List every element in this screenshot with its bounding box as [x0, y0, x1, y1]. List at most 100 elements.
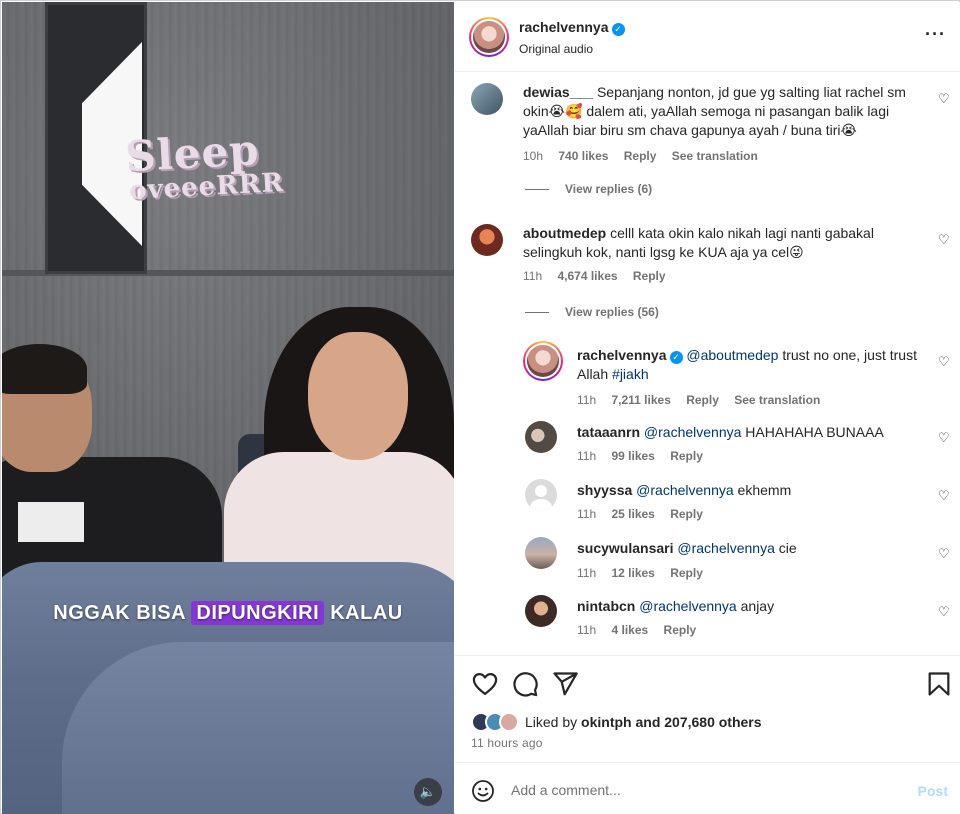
avatar[interactable]: [525, 595, 557, 627]
reply-body: rachelvennya ✓ @aboutmedep trust no one, …: [577, 346, 925, 384]
reply-text: cie: [774, 540, 797, 556]
comment-body: aboutmedep celll kata okin kalo nikah la…: [523, 224, 923, 262]
liked-by-prefix: Liked by: [525, 714, 582, 730]
post-panel: rachelvennya ✓ Original audio ··· dewias_…: [455, 2, 960, 814]
comment-input[interactable]: [511, 777, 891, 803]
heart-icon[interactable]: ♡: [938, 547, 950, 560]
mention-link[interactable]: @rachelvennya: [644, 424, 742, 440]
comment-meta: 11h 4,674 likes Reply: [523, 269, 678, 283]
emoji-icon[interactable]: [471, 779, 495, 803]
speaker-icon[interactable]: 🔈: [414, 778, 442, 806]
post-window: Sleep oveeeRRR NGGAK BISA DIPUNGKIRI KAL…: [0, 0, 960, 814]
caption-highlight: DIPUNGKIRI: [191, 601, 325, 625]
avatar[interactable]: [525, 421, 557, 453]
heart-icon[interactable]: ♡: [938, 489, 950, 502]
original-audio-link[interactable]: Original audio: [519, 42, 593, 56]
replies-dash: [525, 189, 549, 191]
comment-username[interactable]: dewias___: [523, 84, 593, 100]
reply-button[interactable]: Reply: [670, 507, 703, 521]
verified-icon: ✓: [611, 23, 625, 36]
reply-button[interactable]: Reply: [624, 149, 657, 163]
reply-body: shyyssa @rachelvennya ekhemm: [577, 481, 925, 500]
reply-username[interactable]: sucywulansari: [577, 540, 674, 556]
mention-link[interactable]: @rachelvennya: [636, 482, 734, 498]
reply-meta: 11h 7,211 likes Reply See translation: [577, 393, 832, 407]
add-comment-bar: Post: [455, 762, 960, 814]
reply-meta: 11h 4 likes Reply: [577, 623, 708, 637]
sleepover-sticker: Sleep oveeeRRR: [124, 125, 285, 206]
view-replies-button[interactable]: View replies (56): [525, 305, 659, 319]
reply-likes[interactable]: 7,211 likes: [611, 393, 670, 407]
reply-body: nintabcn @rachelvennya anjay: [577, 597, 925, 616]
post-timestamp[interactable]: 11 hours ago: [471, 736, 543, 750]
reply-body: sucywulansari @rachelvennya cie: [577, 539, 925, 558]
avatar[interactable]: [523, 341, 563, 381]
view-replies-label[interactable]: View replies (56): [565, 305, 659, 319]
reply-button[interactable]: Reply: [686, 393, 719, 407]
reply-likes[interactable]: 12 likes: [611, 566, 654, 580]
liker-avatars[interactable]: [471, 712, 523, 732]
comments-list[interactable]: dewias___ Sepanjang nonton, jd gue yg sa…: [455, 73, 960, 655]
heart-icon[interactable]: ♡: [938, 431, 950, 444]
avatar[interactable]: [471, 224, 503, 256]
liked-by-others[interactable]: and 207,680 others: [632, 714, 761, 730]
comment-time[interactable]: 11h: [523, 269, 542, 283]
reply-username[interactable]: nintabcn: [577, 598, 635, 614]
reply-time[interactable]: 11h: [577, 566, 596, 580]
reply-likes[interactable]: 4 likes: [611, 623, 648, 637]
author-username[interactable]: rachelvennya ✓: [519, 19, 625, 36]
avatar[interactable]: [525, 479, 557, 511]
woman-face: [308, 332, 408, 460]
reply-username[interactable]: shyyssa: [577, 482, 632, 498]
reply-meta: 11h 25 likes Reply: [577, 507, 715, 521]
reply-button[interactable]: Reply: [670, 566, 703, 580]
reply-meta: 11h 12 likes Reply: [577, 566, 715, 580]
reply-time[interactable]: 11h: [577, 393, 596, 407]
author-avatar[interactable]: [469, 17, 509, 57]
post-header: rachelvennya ✓ Original audio ···: [455, 2, 960, 72]
more-options-icon[interactable]: ···: [925, 24, 946, 45]
heart-icon[interactable]: ♡: [938, 233, 950, 246]
mention-link[interactable]: @rachelvennya: [677, 540, 775, 556]
reply-button[interactable]: Reply: [633, 269, 666, 283]
heart-icon[interactable]: ♡: [938, 92, 950, 105]
post-button[interactable]: Post: [918, 783, 948, 799]
man-hair: [2, 344, 87, 394]
liked-by-text: Liked by okintph and 207,680 others: [525, 714, 762, 730]
heart-icon[interactable]: [471, 670, 499, 698]
view-replies-button[interactable]: View replies (6): [525, 182, 652, 196]
comment-body: dewias___ Sepanjang nonton, jd gue yg sa…: [523, 83, 923, 140]
comment-icon[interactable]: [511, 670, 539, 698]
heart-icon[interactable]: ♡: [938, 605, 950, 618]
comment-username[interactable]: aboutmedep: [523, 225, 606, 241]
liked-by-user[interactable]: okintph: [581, 714, 632, 730]
reply-username[interactable]: rachelvennya: [577, 347, 667, 363]
view-replies-label[interactable]: View replies (6): [565, 182, 652, 196]
mention-link[interactable]: @aboutmedep: [686, 347, 778, 363]
reply-time[interactable]: 11h: [577, 507, 596, 521]
avatar[interactable]: [471, 83, 503, 115]
comment-time[interactable]: 10h: [523, 149, 543, 163]
see-translation-button[interactable]: See translation: [672, 149, 758, 163]
reply-button[interactable]: Reply: [670, 449, 703, 463]
paper-plane-icon[interactable]: [551, 670, 579, 698]
reply-button[interactable]: Reply: [664, 623, 697, 637]
comment-likes[interactable]: 740 likes: [558, 149, 608, 163]
reply-body: tataaanrn @rachelvennya HAHAHAHA BUNAAA: [577, 423, 925, 442]
hashtag-link[interactable]: #jiakh: [612, 366, 649, 382]
reply-likes[interactable]: 25 likes: [611, 507, 654, 521]
heart-icon[interactable]: ♡: [938, 355, 950, 368]
reply-username[interactable]: tataaanrn: [577, 424, 640, 440]
author-username-text[interactable]: rachelvennya: [519, 19, 609, 35]
comment-likes[interactable]: 4,674 likes: [557, 269, 617, 283]
mention-link[interactable]: @rachelvennya: [639, 598, 737, 614]
reply-time[interactable]: 11h: [577, 623, 596, 637]
video-player[interactable]: Sleep oveeeRRR NGGAK BISA DIPUNGKIRI KAL…: [2, 2, 454, 814]
avatar[interactable]: [525, 537, 557, 569]
reply-likes[interactable]: 99 likes: [611, 449, 654, 463]
reply-time[interactable]: 11h: [577, 449, 596, 463]
post-actions: Liked by okintph and 207,680 others 11 h…: [455, 655, 960, 761]
bookmark-icon[interactable]: [925, 670, 953, 698]
comment-meta: 10h 740 likes Reply See translation: [523, 149, 770, 163]
see-translation-button[interactable]: See translation: [734, 393, 820, 407]
